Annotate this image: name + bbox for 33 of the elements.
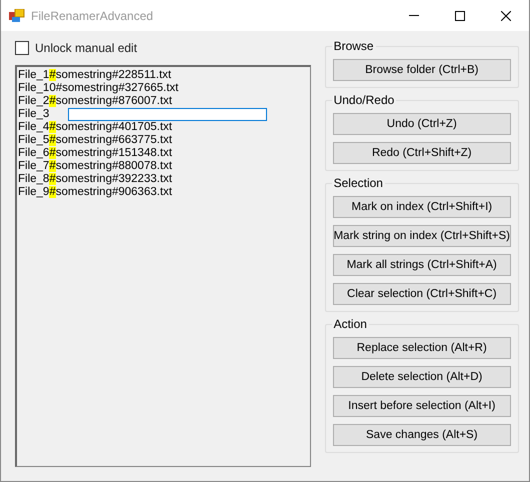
action-button[interactable]: Save changes (Alt+S)	[332, 424, 511, 446]
action-button[interactable]: Browse folder (Ctrl+B)	[332, 59, 511, 81]
file-name[interactable]: File_8#somestring#392233.txt	[18, 173, 172, 186]
action-button[interactable]: Undo (Ctrl+Z)	[332, 113, 511, 135]
action-button[interactable]: Mark on index (Ctrl+Shift+I)	[332, 196, 511, 218]
action-button[interactable]: Clear selection (Ctrl+Shift+C)	[332, 283, 511, 305]
group-title: Undo/Redo	[332, 93, 396, 107]
app-icon	[9, 8, 25, 22]
close-icon	[501, 10, 511, 20]
file-name[interactable]: File_6#somestring#151348.txt	[18, 147, 172, 160]
checkbox[interactable]	[15, 41, 29, 55]
maximize-icon	[455, 10, 465, 20]
file-name[interactable]: File_5#somestring#663775.txt	[18, 134, 172, 147]
action-button[interactable]: Redo (Ctrl+Shift+Z)	[332, 142, 511, 164]
group-title: Browse	[332, 39, 376, 53]
action-button[interactable]: Insert before selection (Alt+I)	[332, 395, 511, 417]
action-button[interactable]: Replace selection (Alt+R)	[332, 337, 511, 359]
window-title: FileRenamerAdvanced	[31, 8, 154, 22]
file-name[interactable]: File_10#somestring#327665.txt	[18, 82, 178, 95]
file-name[interactable]: File_1#somestring#228511.txt	[18, 69, 172, 82]
action-button[interactable]: Delete selection (Alt+D)	[332, 366, 511, 388]
file-name[interactable]: File_2#somestring#876007.txt	[18, 95, 172, 108]
file-name[interactable]: File_4#somestring#401705.txt	[18, 121, 172, 134]
file-name[interactable]: File_9#somestring#906363.txt	[18, 186, 172, 199]
action-button[interactable]: Mark string on index (Ctrl+Shift+S)	[332, 225, 511, 247]
action-button[interactable]: Mark all strings (Ctrl+Shift+A)	[332, 254, 511, 276]
rename-field[interactable]	[68, 108, 267, 121]
group-title: Selection	[332, 176, 385, 190]
group-title: Action	[332, 317, 369, 331]
file-name[interactable]: File_3	[18, 108, 50, 121]
checkbox-label: Unlock manual edit	[35, 41, 138, 55]
file-name[interactable]: File_7#somestring#880078.txt	[18, 160, 172, 173]
minimize-icon	[409, 15, 419, 16]
